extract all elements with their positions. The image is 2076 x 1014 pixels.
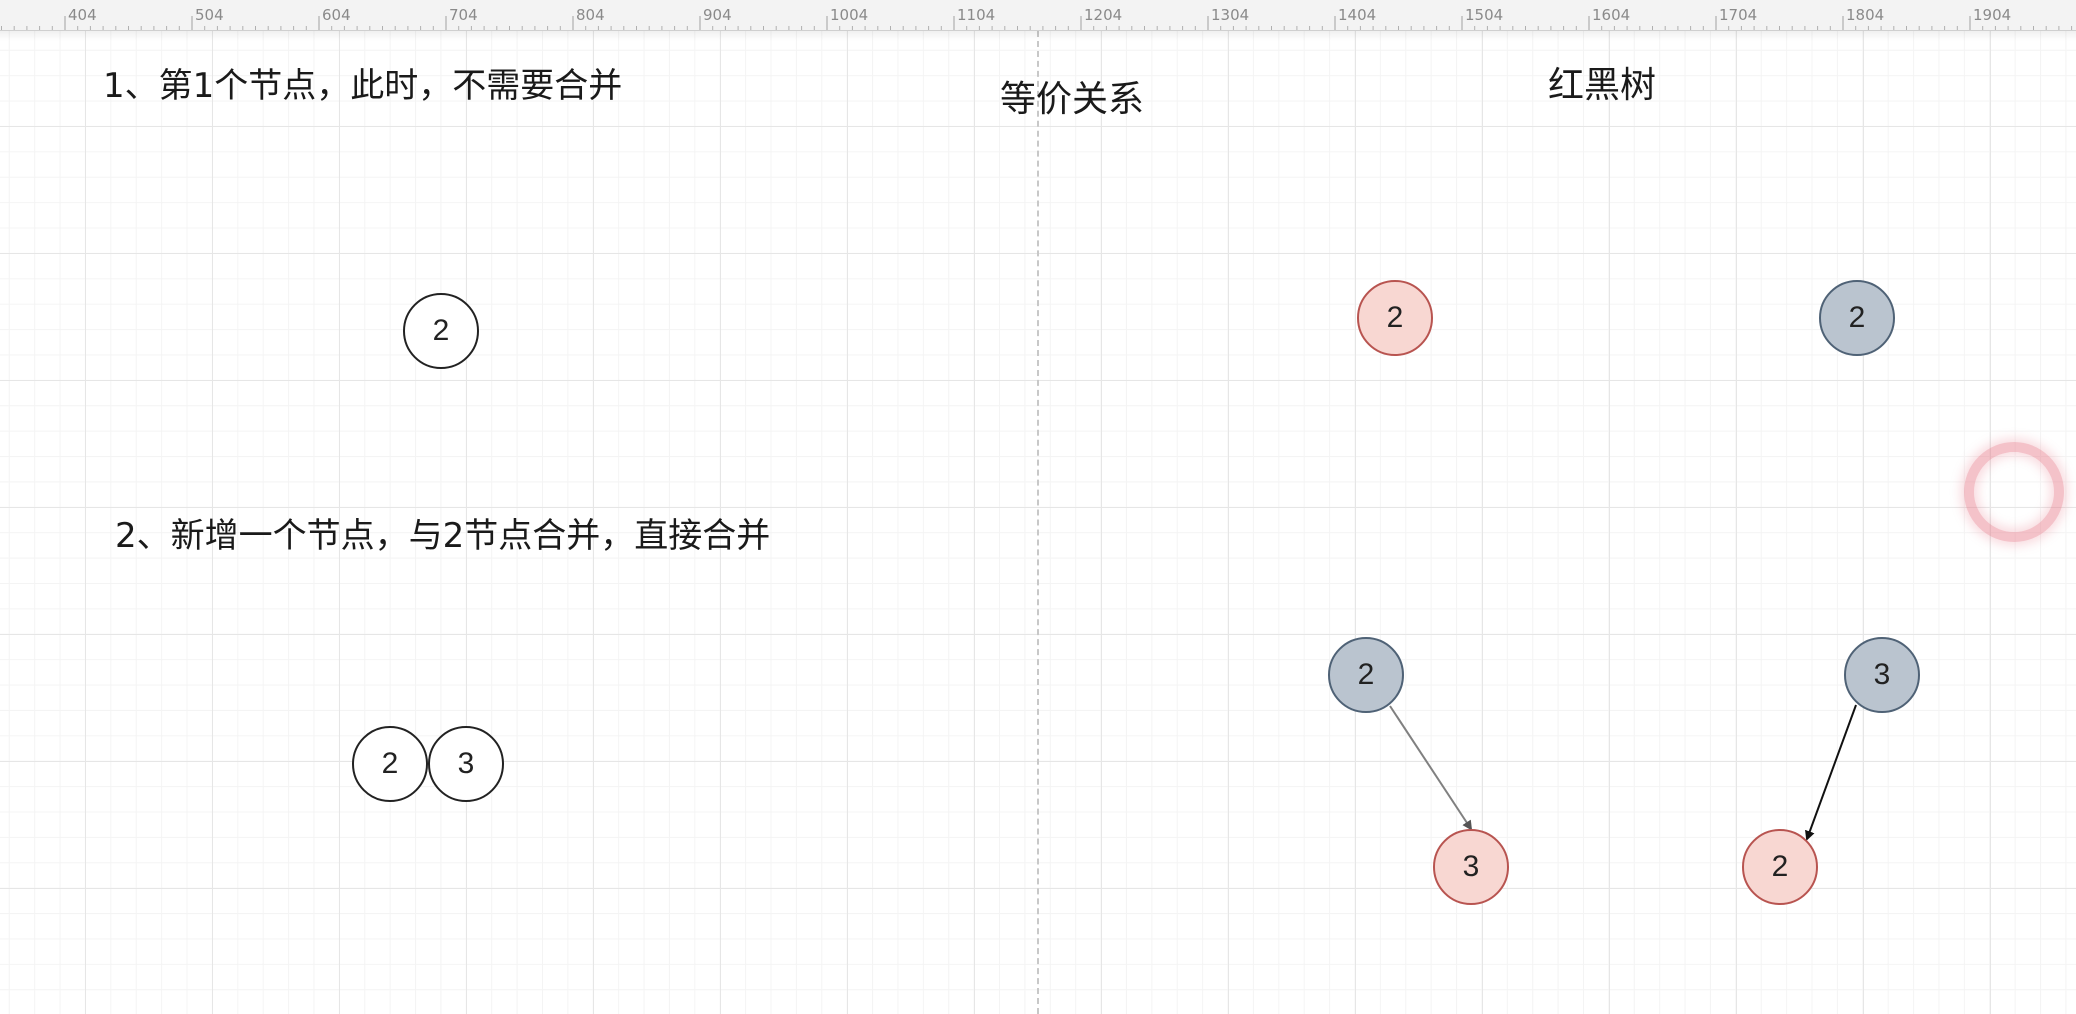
cursor-highlight-ring xyxy=(1964,442,2064,542)
ruler-label: 604 xyxy=(322,6,351,24)
rbt-step2b-root-node[interactable]: 3 xyxy=(1844,637,1920,713)
caption-equivalence[interactable]: 等价关系 xyxy=(1000,70,1144,122)
ruler-label: 1704 xyxy=(1719,6,1757,24)
ruler-label: 1104 xyxy=(957,6,995,24)
ruler-label: 1504 xyxy=(1465,6,1503,24)
rbt-step1-black-node[interactable]: 2 xyxy=(1819,280,1895,356)
ruler-label: 1404 xyxy=(1338,6,1376,24)
two-three-node-step2-key-right[interactable]: 3 xyxy=(428,726,504,802)
ruler-label: 1204 xyxy=(1084,6,1122,24)
caption-step2[interactable]: 2、新增一个节点，与2节点合并，直接合并 xyxy=(115,508,770,557)
horizontal-ruler: 404 504 604 704 804 904 1004 1104 1204 1304 1404 15… xyxy=(0,0,2076,31)
ruler-label: 804 xyxy=(576,6,605,24)
ruler-label: 404 xyxy=(68,6,97,24)
diagram-canvas[interactable]: 404 504 604 704 804 904 1004 1104 1204 1304 1404 15… xyxy=(0,0,2076,1014)
ruler-label: 904 xyxy=(703,6,732,24)
ruler-label: 1904 xyxy=(1973,6,2011,24)
ruler-label: 1804 xyxy=(1846,6,1884,24)
rbt-step2a-root-node[interactable]: 2 xyxy=(1328,637,1404,713)
two-three-node-step1[interactable]: 2 xyxy=(403,293,479,369)
ruler-label: 1304 xyxy=(1211,6,1249,24)
rbt-step2a-child-node[interactable]: 3 xyxy=(1433,829,1509,905)
ruler-scale: 404 504 604 704 804 904 1004 1104 1204 1304 1404 15… xyxy=(1,6,2073,30)
ruler-label: 504 xyxy=(195,6,224,24)
ruler-shadow xyxy=(0,31,2076,41)
caption-red-black-tree[interactable]: 红黑树 xyxy=(1548,56,1656,108)
ruler-label: 1604 xyxy=(1592,6,1630,24)
two-three-node-step2-key-left[interactable]: 2 xyxy=(352,726,428,802)
ruler-label: 1004 xyxy=(830,6,868,24)
ruler-label: 704 xyxy=(449,6,478,24)
rbt-step2b-child-node[interactable]: 2 xyxy=(1742,829,1818,905)
page-break-line xyxy=(1037,31,1039,1014)
rbt-step1-red-node[interactable]: 2 xyxy=(1357,280,1433,356)
caption-step1[interactable]: 1、第1个节点，此时，不需要合并 xyxy=(103,58,622,107)
